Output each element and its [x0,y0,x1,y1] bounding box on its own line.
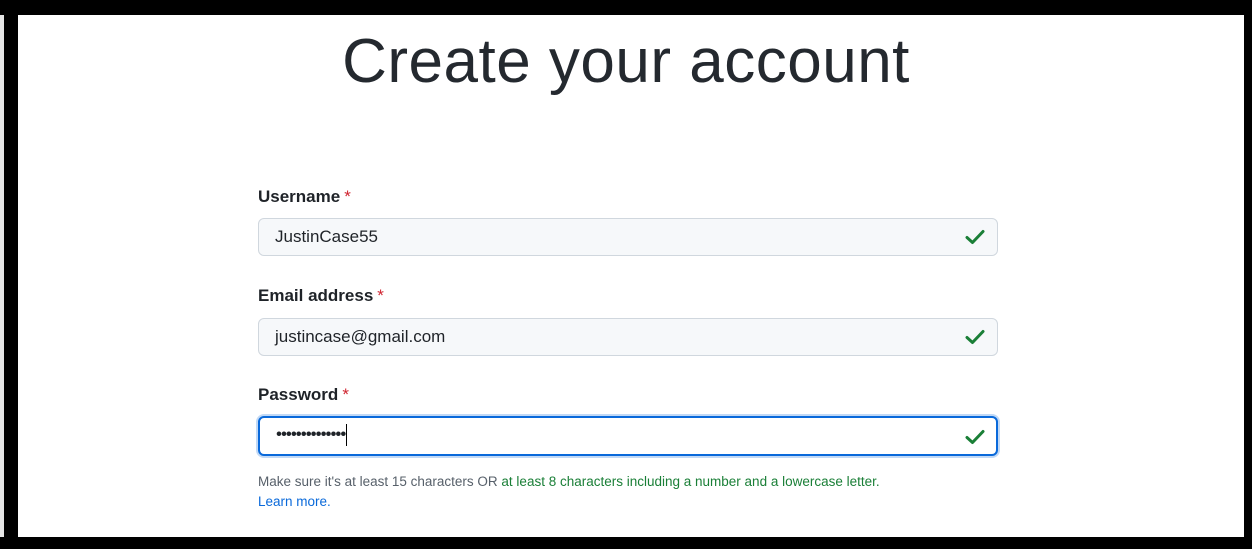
email-value: justincase@gmail.com [275,327,446,346]
email-label: Email address * [258,286,384,306]
required-mark: * [342,385,349,404]
username-label-text: Username [258,187,341,206]
password-hint: Make sure it's at least 15 characters OR… [258,472,1018,512]
required-mark: * [377,286,384,305]
required-mark: * [344,187,351,206]
text-caret [346,424,348,446]
checkmark-icon [965,230,985,244]
email-label-text: Email address [258,286,374,305]
checkmark-icon [965,330,985,344]
password-label: Password * [258,385,349,405]
hint-prefix: Make sure it's at least 15 characters OR [258,474,502,489]
username-label: Username * [258,187,351,207]
hint-suffix: . [875,474,880,489]
learn-more-link[interactable]: Learn more [258,494,327,509]
password-input[interactable]: •••••••••••••• [258,416,998,456]
username-input[interactable]: JustinCase55 [258,218,998,256]
password-masked-text: •••••••••••••• [276,424,346,444]
learn-more-period: . [327,494,331,509]
username-value: JustinCase55 [275,227,379,246]
checkmark-icon [965,430,985,444]
page-title: Create your account [342,27,910,96]
password-value: •••••••••••••• [276,424,348,446]
email-input[interactable]: justincase@gmail.com [258,318,998,356]
hint-highlight: at least 8 characters including a number… [501,474,876,489]
password-label-text: Password [258,385,339,404]
